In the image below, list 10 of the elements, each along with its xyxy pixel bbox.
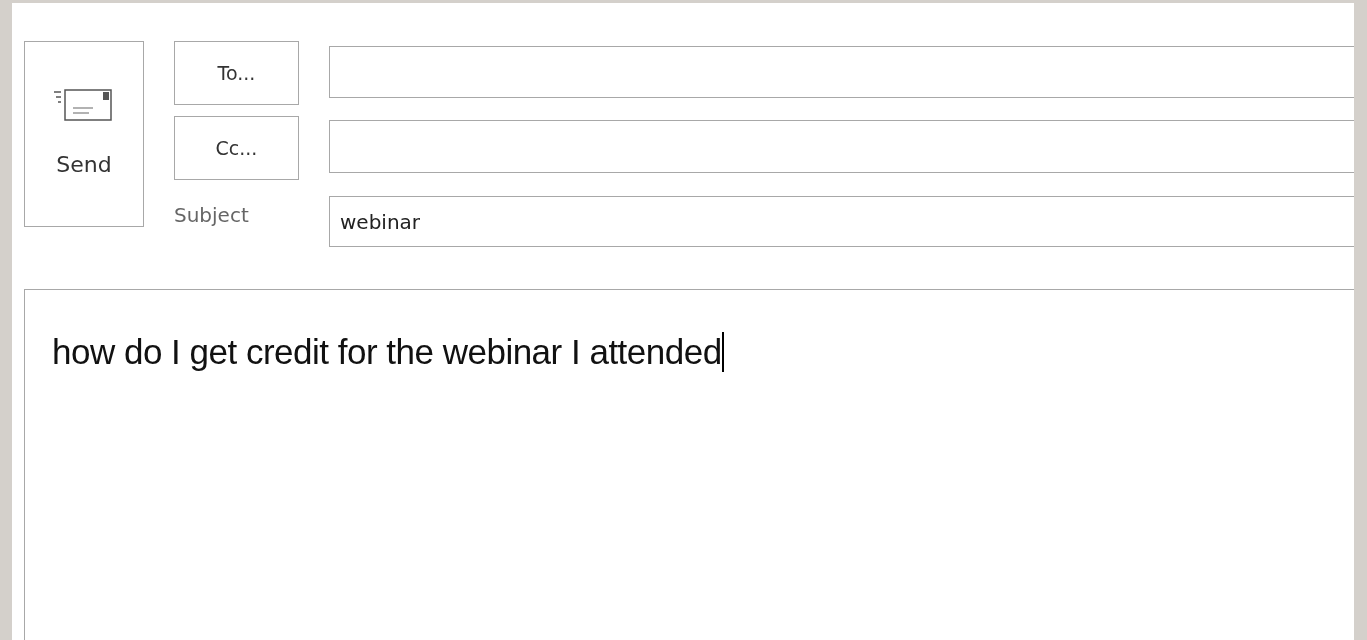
to-field[interactable] bbox=[329, 46, 1354, 98]
subject-field[interactable]: webinar bbox=[329, 196, 1354, 247]
message-body-field[interactable]: how do I get credit for the webinar I attended bbox=[24, 289, 1354, 640]
send-button[interactable]: Send bbox=[24, 41, 144, 227]
message-text: how do I get credit for the webinar I attended bbox=[52, 332, 722, 372]
envelope-icon bbox=[53, 87, 115, 124]
to-button[interactable]: To... bbox=[174, 41, 299, 105]
subject-label: Subject bbox=[174, 202, 250, 229]
cc-button[interactable]: Cc... bbox=[174, 116, 299, 180]
cc-field[interactable] bbox=[329, 120, 1354, 173]
